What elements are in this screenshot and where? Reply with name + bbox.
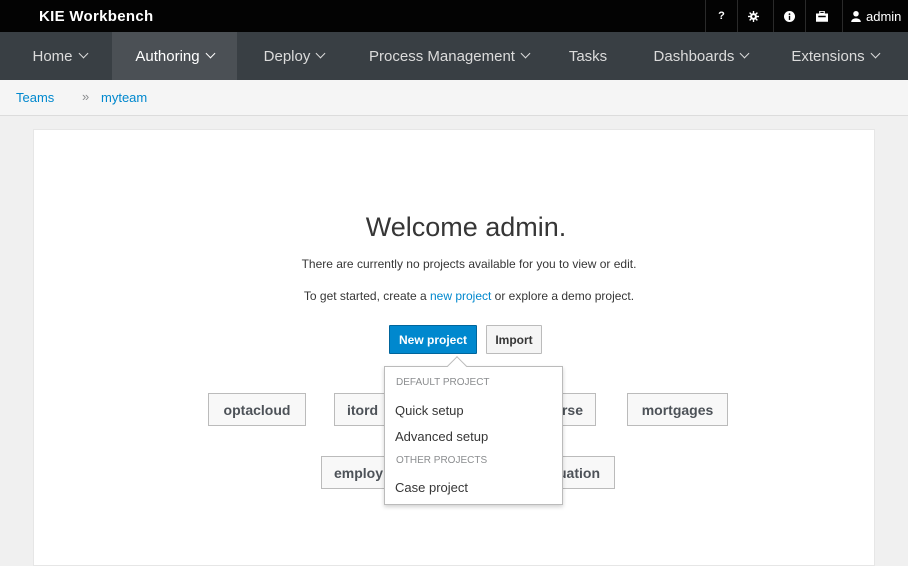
chevron-down-icon [78, 48, 88, 59]
demo-project-tile[interactable]: optacloud [208, 393, 306, 426]
chevron-down-icon [205, 48, 216, 59]
settings-button[interactable] [737, 0, 769, 32]
info-button[interactable] [773, 0, 805, 32]
new-project-link[interactable]: new project [430, 289, 491, 303]
nav-authoring[interactable]: Authoring [112, 32, 237, 80]
apps-button[interactable] [805, 0, 837, 32]
demo-project-tile[interactable]: mortgages [627, 393, 728, 426]
nav-process-management[interactable]: Process Management [354, 32, 544, 80]
nav-extensions[interactable]: Extensions [780, 32, 890, 80]
nav-dashboards[interactable]: Dashboards [640, 32, 762, 80]
breadcrumb-separator: » [82, 89, 90, 104]
breadcrumb-myteam[interactable]: myteam [101, 90, 147, 105]
chevron-down-icon [739, 48, 750, 59]
no-projects-message: There are currently no projects availabl… [301, 257, 637, 271]
user-menu[interactable]: admin [842, 0, 908, 32]
menu-item-advanced-setup[interactable]: Advanced setup [395, 429, 488, 444]
breadcrumb: Teams » myteam [0, 80, 908, 116]
briefcase-icon [815, 10, 828, 22]
chevron-down-icon [870, 48, 881, 59]
menu-item-case-project[interactable]: Case project [395, 480, 468, 495]
nav-home[interactable]: Home [16, 32, 103, 80]
nav-tasks[interactable]: Tasks [558, 32, 618, 80]
import-button[interactable]: Import [486, 325, 542, 354]
help-button[interactable]: ? [705, 0, 737, 32]
menu-item-quick-setup[interactable]: Quick setup [395, 403, 464, 418]
breadcrumb-teams[interactable]: Teams [16, 90, 54, 105]
top-bar: KIE Workbench ? admin [0, 0, 908, 32]
welcome-title: Welcome admin. [365, 212, 567, 242]
info-icon [784, 10, 795, 22]
nav-deploy[interactable]: Deploy [248, 32, 340, 80]
demo-project-tile[interactable]: employ [321, 456, 393, 489]
app-title: KIE Workbench [39, 8, 154, 25]
user-name: admin [866, 8, 902, 24]
chevron-down-icon [520, 48, 531, 59]
get-started-message: To get started, create a new project or … [303, 289, 635, 303]
gear-icon [748, 10, 759, 22]
main-nav: Home Authoring Deploy Process Management… [0, 32, 908, 80]
help-icon: ? [718, 10, 725, 22]
dropdown-header-default: DEFAULT PROJECT [396, 377, 490, 388]
new-project-button[interactable]: New project [389, 325, 477, 354]
user-icon [851, 10, 861, 22]
chevron-down-icon [315, 48, 326, 59]
dropdown-header-other: OTHER PROJECTS [396, 455, 488, 466]
